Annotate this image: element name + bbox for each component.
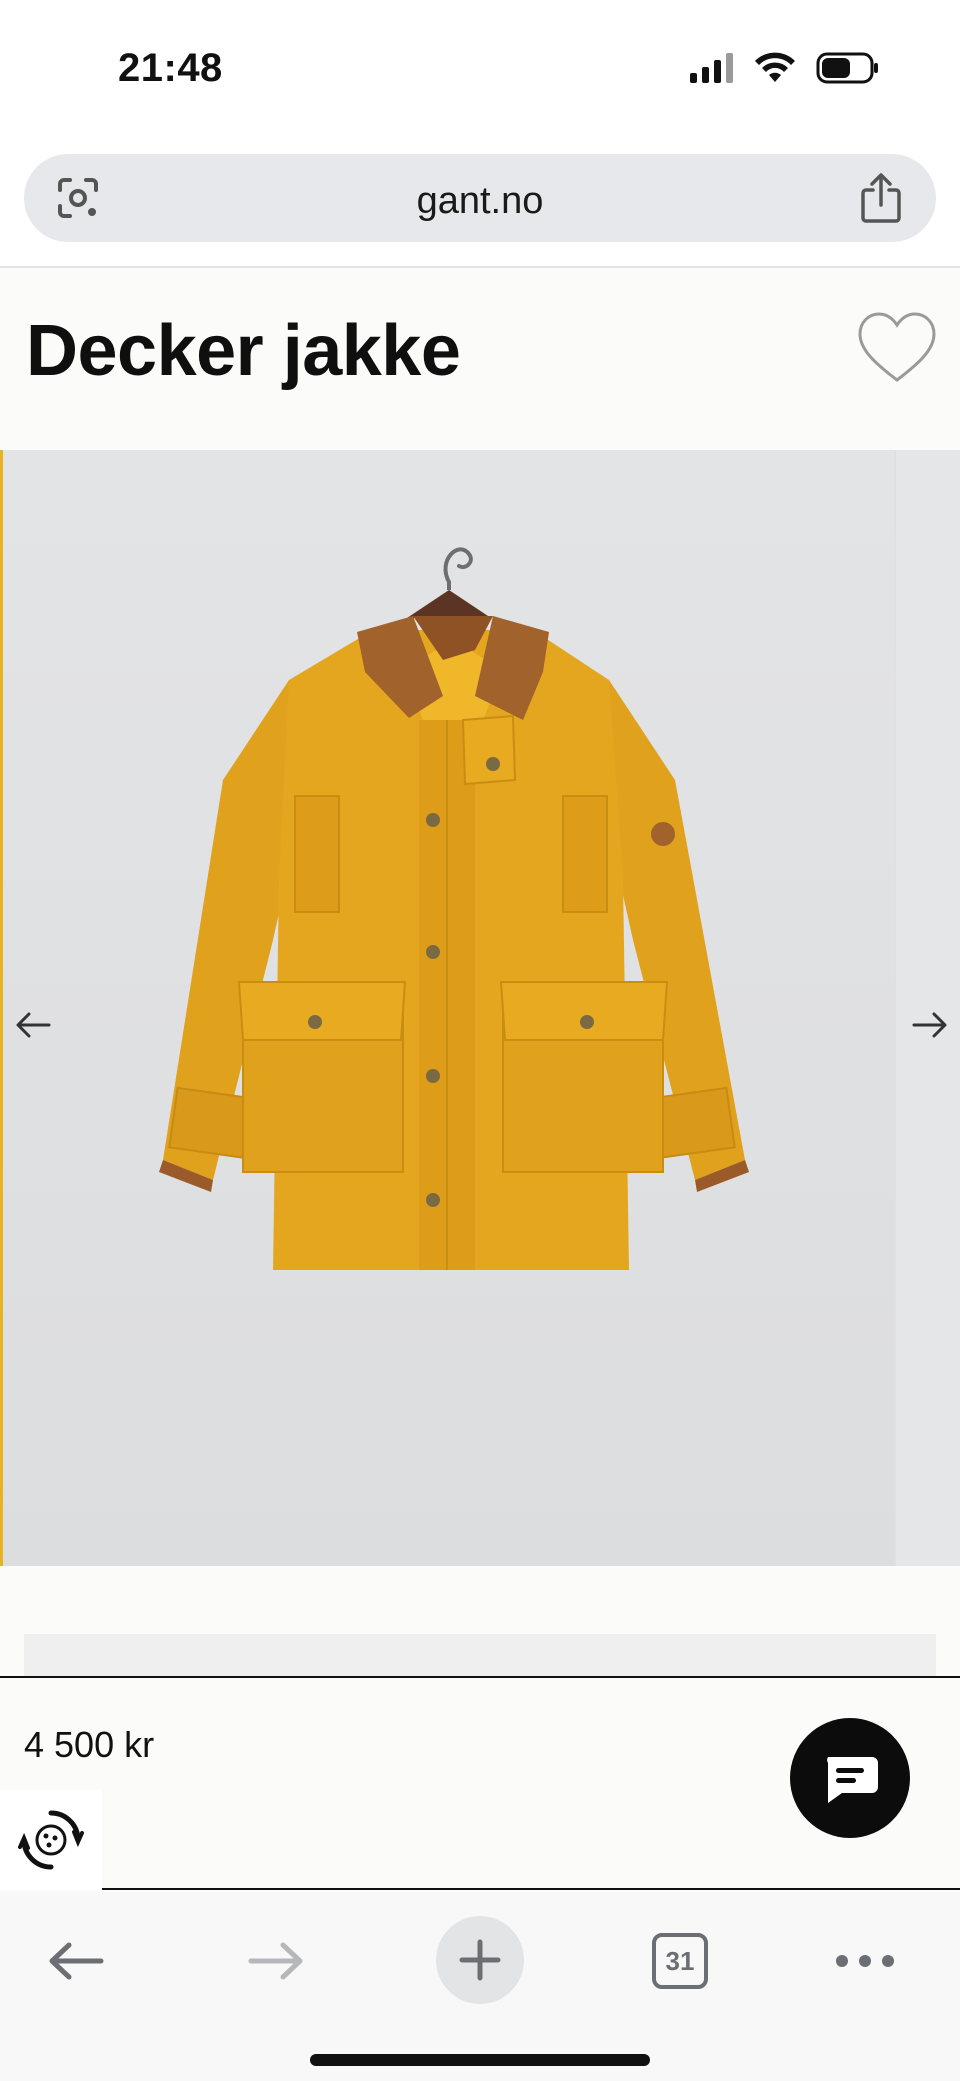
heart-icon[interactable]	[856, 310, 938, 386]
previous-image-arrow-icon[interactable]	[13, 1010, 53, 1040]
status-bar: 21:48	[0, 0, 960, 140]
more-button[interactable]	[830, 1916, 900, 2006]
tabs-icon: 31	[652, 1933, 708, 1989]
product-image	[0, 450, 894, 1566]
product-title: Decker jakke	[26, 311, 461, 391]
address-url[interactable]: gant.no	[24, 180, 936, 223]
next-image-arrow-icon[interactable]	[910, 1010, 950, 1040]
chat-button[interactable]	[790, 1718, 910, 1838]
browser-toolbar: 31	[0, 1892, 960, 2081]
cookie-settings-button[interactable]	[0, 1790, 102, 1890]
signal-icon	[690, 53, 733, 83]
browser-address-area: gant.no	[0, 140, 960, 268]
next-image-preview[interactable]	[896, 450, 960, 1566]
forward-arrow-icon	[248, 1942, 303, 1980]
jacket-image	[159, 547, 749, 1270]
tabs-button[interactable]: 31	[640, 1916, 720, 2006]
chat-icon	[827, 1757, 878, 1803]
product-gallery[interactable]	[0, 450, 960, 1566]
status-time: 21:48	[118, 46, 223, 90]
battery-icon	[816, 52, 878, 84]
back-button[interactable]	[40, 1916, 112, 2006]
product-header: Decker jakke	[0, 270, 960, 450]
back-arrow-icon	[49, 1942, 104, 1980]
new-tab-button[interactable]	[436, 1916, 524, 2004]
more-icon	[836, 1955, 894, 1967]
forward-button[interactable]	[240, 1916, 312, 2006]
share-icon[interactable]	[858, 172, 904, 224]
wifi-icon	[755, 52, 795, 82]
new-tab-icon	[459, 1939, 501, 1981]
address-bar[interactable]: gant.no	[24, 154, 936, 242]
status-icons	[690, 52, 880, 84]
product-info-box	[24, 1634, 936, 1678]
home-indicator	[310, 2054, 650, 2066]
product-price: 4 500 kr	[24, 1724, 155, 1765]
cookie-icon	[18, 1810, 84, 1870]
